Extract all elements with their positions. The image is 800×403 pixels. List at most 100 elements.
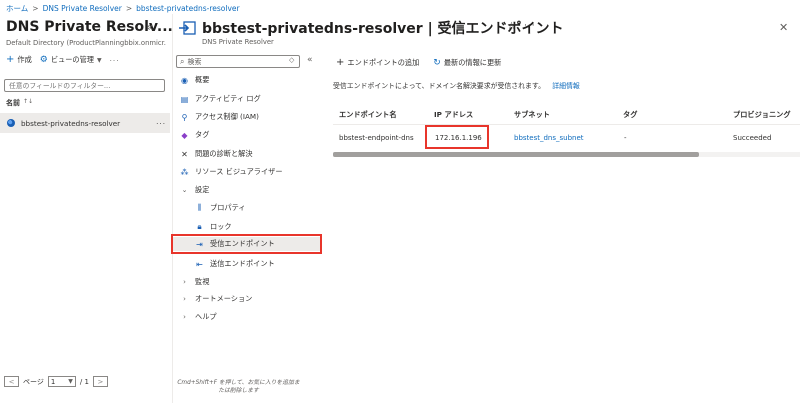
close-icon[interactable]: ✕	[779, 21, 788, 34]
search-icon: ⌕	[180, 56, 185, 66]
prev-page-button[interactable]: <	[4, 376, 19, 387]
activity-log-icon: ▤	[180, 94, 189, 104]
chevron-down-icon: ⌄	[181, 186, 188, 194]
menu-item-properties[interactable]: ⫼ プロパティ	[195, 201, 246, 215]
learn-more-link[interactable]: 詳細情報	[552, 82, 580, 90]
inbound-endpoint-header-icon	[179, 21, 196, 35]
resource-name: bbstest-privatedns-resolver	[21, 118, 121, 128]
row-more-icon[interactable]: ···	[156, 119, 166, 128]
sort-icon: ↑↓	[23, 98, 34, 105]
menu-item-label: 問題の診断と解決	[195, 149, 253, 158]
plus-icon: +	[6, 54, 15, 65]
create-label: 作成	[17, 55, 32, 64]
refresh-icon: ↻	[433, 58, 441, 68]
menu-item-label: ヘルプ	[195, 312, 217, 321]
menu-search-placeholder: 検索	[187, 57, 202, 66]
list-toolbar: + 作成 ⚙ ビューの管理 ▼ ···	[6, 55, 120, 66]
menu-item-label: ロック	[210, 222, 232, 231]
dns-resolver-icon	[7, 119, 15, 127]
visualizer-icon: ⁂	[180, 167, 189, 177]
resource-list-item[interactable]: bbstest-privatedns-resolver ···	[0, 113, 170, 133]
header-divider	[333, 124, 800, 125]
menu-item-visualizer[interactable]: ⁂ リソース ビジュアライザー	[180, 165, 283, 179]
subnet-link[interactable]: bbstest_dns_subnet	[514, 134, 584, 142]
next-page-button[interactable]: >	[92, 376, 108, 387]
endpoint-name-cell[interactable]: bbstest-endpoint-dns	[339, 134, 414, 142]
chevron-right-icon: ›	[183, 278, 186, 286]
refresh-button[interactable]: ↻ 最新の情報に更新	[433, 58, 501, 68]
chevron-right-icon: ›	[183, 295, 186, 303]
breadcrumb-resource[interactable]: bbstest-privatedns-resolver	[136, 4, 239, 13]
info-text: 受信エンドポイントによって、ドメイン名解決要求が受信されます。 詳細情報	[333, 80, 580, 90]
info-description: 受信エンドポイントによって、ドメイン名解決要求が受信されます。	[333, 82, 546, 90]
menu-item-label: 送信エンドポイント	[210, 259, 275, 268]
menu-item-label: オートメーション	[195, 294, 253, 303]
favorite-star-icon[interactable]: ☆	[507, 21, 516, 32]
breadcrumb-separator: >	[125, 3, 133, 13]
search-options-icon[interactable]: ◇	[289, 56, 294, 64]
breadcrumb-service[interactable]: DNS Private Resolver	[43, 4, 122, 13]
menu-item-activity-log[interactable]: ▤ アクティビティ ログ	[180, 92, 261, 106]
menu-item-tags[interactable]: ◆ タグ	[180, 128, 209, 142]
add-endpoint-button[interactable]: + エンドポイントの追加	[336, 58, 419, 68]
selected-item-highlight	[171, 234, 322, 254]
menu-item-outbound-endpoints[interactable]: ⇤ 送信エンドポイント	[195, 257, 275, 271]
overview-icon: ◉	[181, 75, 188, 85]
more-icon[interactable]: ···	[110, 56, 120, 65]
chevron-down-icon: ▼	[97, 56, 102, 64]
menu-item-iam[interactable]: ⚲ アクセス制御 (IAM)	[180, 110, 259, 124]
collapse-menu-icon[interactable]: «	[307, 55, 313, 65]
menu-group-automation[interactable]: › オートメーション	[180, 292, 252, 306]
menu-item-label: プロパティ	[210, 203, 246, 212]
chevron-right-icon: ›	[183, 313, 186, 321]
chevron-down-icon: ▼	[68, 378, 73, 385]
gear-icon: ⚙	[39, 55, 48, 65]
name-column-header[interactable]: 名前 ↑↓	[6, 98, 33, 108]
column-header-subnet[interactable]: サブネット	[514, 110, 550, 120]
menu-item-label: タグ	[195, 130, 210, 139]
directory-subtitle: Default Directory (ProductPlanningbbix.o…	[6, 39, 166, 47]
page-value: 1	[50, 377, 56, 386]
tag-icon: ◆	[181, 130, 188, 140]
add-endpoint-label: エンドポイントの追加	[347, 58, 420, 67]
menu-item-overview[interactable]: ◉ 概要	[180, 73, 209, 87]
breadcrumb-home[interactable]: ホーム	[6, 3, 28, 14]
menu-group-help[interactable]: › ヘルプ	[180, 310, 217, 324]
plus-icon: +	[336, 57, 345, 68]
lock-icon: 🔒︎	[197, 222, 202, 231]
diagnose-icon: ✕	[181, 149, 188, 159]
menu-footer-hint: Cmd+Shift+F を押して、お気に入りを追加または削除します	[177, 380, 300, 394]
breadcrumb: ホーム > DNS Private Resolver > bbstest-pri…	[6, 2, 240, 14]
column-header-ip[interactable]: IP アドレス	[434, 110, 473, 120]
menu-group-monitoring[interactable]: › 監視	[180, 275, 209, 289]
manage-view-label: ビューの管理	[50, 55, 94, 64]
pager-label: ページ	[23, 377, 44, 386]
create-button[interactable]: + 作成	[6, 55, 32, 65]
menu-group-settings[interactable]: ⌄ 設定	[180, 183, 210, 197]
column-header-name[interactable]: エンドポイント名	[339, 110, 397, 120]
menu-item-label: アクセス制御 (IAM)	[195, 112, 259, 121]
name-header-label: 名前	[6, 99, 20, 107]
breadcrumb-separator: >	[32, 3, 39, 13]
column-header-provisioning[interactable]: プロビジョニング	[733, 110, 800, 120]
page-select[interactable]: 1 ▼	[47, 376, 76, 387]
menu-search-box[interactable]: ⌕ 検索	[176, 55, 300, 68]
page-total: / 1	[79, 377, 89, 386]
menu-item-lock[interactable]: 🔒︎ ロック	[195, 220, 232, 234]
scrollbar-thumb[interactable]	[333, 152, 699, 157]
menu-item-label: リソース ビジュアライザー	[195, 167, 283, 176]
pager: < ページ 1 ▼ / 1 >	[4, 376, 108, 387]
menu-item-label: 概要	[195, 75, 210, 84]
refresh-label: 最新の情報に更新	[443, 58, 502, 67]
content-toolbar: + エンドポイントの追加 ↻ 最新の情報に更新	[336, 58, 501, 69]
outbound-endpoint-icon: ⇤	[196, 259, 203, 269]
iam-icon: ⚲	[181, 112, 188, 122]
collapse-pane-icon[interactable]: «	[146, 20, 153, 34]
menu-item-diagnose[interactable]: ✕ 問題の診断と解決	[180, 147, 253, 161]
filter-input[interactable]	[4, 79, 165, 92]
manage-view-button[interactable]: ⚙ ビューの管理 ▼	[40, 55, 102, 65]
blade-more-icon[interactable]: ···	[524, 21, 536, 31]
provisioning-state-cell: Succeeded	[733, 134, 772, 142]
column-header-tags[interactable]: タグ	[623, 110, 637, 120]
pane-divider	[172, 14, 173, 403]
